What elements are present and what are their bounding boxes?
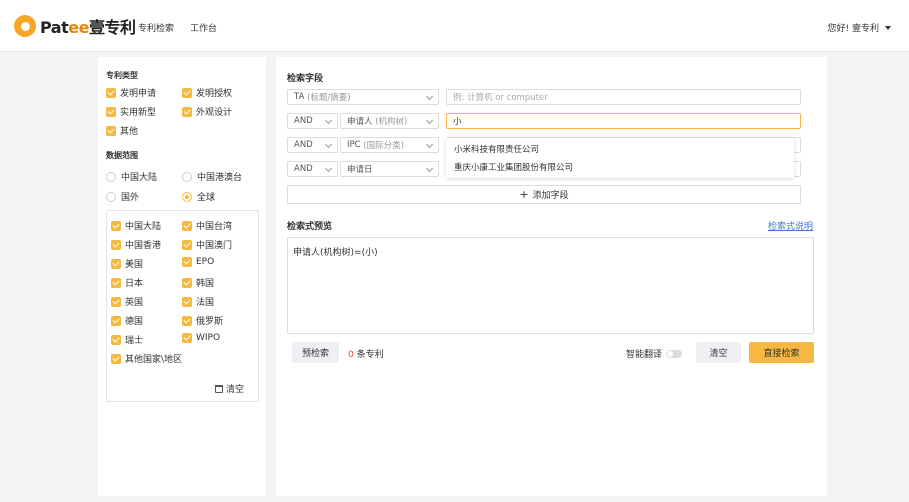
nav-workbench[interactable]: 工作台 [190,21,217,34]
checkbox-checked-icon [111,334,121,345]
pre-search-button[interactable]: 预检索 [292,342,339,363]
search-fields-title: 检索字段 [287,74,324,84]
query-help-link[interactable]: 检索式说明 [768,219,813,232]
radio-global[interactable]: 全球 [182,190,215,203]
search-panel: 检索字段 TA (标题/摘要) 例: 计算机 or computer AND 申… [276,57,827,496]
suggestion-item[interactable]: 重庆小康工业集团股份有限公司 [454,161,573,173]
result-count: 0 条专利 [348,350,384,360]
radio-icon [106,191,116,202]
checkbox-checked-icon [111,353,121,364]
checkbox-checked-icon [111,315,121,326]
query-preview[interactable]: 申请人(机构树)=(小) [287,237,814,334]
chevron-down-icon [324,116,333,125]
checkbox-country[interactable]: 英国 [111,295,143,308]
user-greeting: 您好! 壹专利 [827,24,879,34]
nav-patent-search[interactable]: 专利检索 [138,21,174,34]
chevron-down-icon [425,164,434,173]
checkbox-country[interactable]: 法国 [182,295,214,308]
checkbox-country[interactable]: 中国台湾 [182,219,232,232]
radio-icon [106,171,116,182]
chevron-down-icon [425,92,434,101]
main-nav: 专利检索 工作台 [138,21,217,34]
logo-icon [14,15,36,37]
chevron-down-icon [425,116,434,125]
checkbox-country[interactable]: EPO [182,257,214,267]
checkbox-country[interactable]: 德国 [111,314,143,327]
radio-hk-mo-tw[interactable]: 中国港澳台 [182,170,242,183]
patent-type-title: 专利类型 [106,71,138,80]
search-input-1[interactable]: 例: 计算机 or computer [446,89,801,105]
checkbox-country[interactable]: 中国香港 [111,238,161,251]
checkbox-country[interactable]: 中国大陆 [111,219,161,232]
toggle-switch-icon [666,349,683,358]
checkbox-checked-icon [182,315,192,326]
country-list: 中国大陆 中国台湾 中国香港 中国澳门 美国 EPO 日本 韩国 英国 法国 德… [106,210,259,402]
checkbox-invention-grant[interactable]: 发明授权 [182,86,232,99]
direct-search-button[interactable]: 直接检索 [749,342,814,363]
trash-icon [215,384,223,393]
chevron-down-icon [324,164,333,173]
checkbox-checked-icon [182,239,192,250]
checkbox-checked-icon [182,220,192,231]
radio-icon [182,171,192,182]
checkbox-country[interactable]: 俄罗斯 [182,314,223,327]
operator-select-4[interactable]: AND [287,161,338,177]
top-header: Patee壹专利 专利检索 工作台 您好! 壹专利 [0,0,909,52]
checkbox-checked-icon [106,87,116,98]
radio-selected-icon [182,191,192,202]
checkbox-checked-icon [106,125,116,136]
checkbox-country[interactable]: 美国 [111,257,143,270]
operator-select-3[interactable]: AND [287,137,338,153]
suggestion-item[interactable]: 小米科技有限责任公司 [454,143,539,155]
clear-filters-button[interactable]: 清空 [215,382,244,395]
checkbox-country[interactable]: 日本 [111,276,143,289]
checkbox-country[interactable]: 韩国 [182,276,214,289]
checkbox-design[interactable]: 外观设计 [182,105,232,118]
checkbox-checked-icon [111,220,121,231]
search-input-2[interactable]: 小 [446,113,801,129]
field-select-1[interactable]: TA (标题/摘要) [287,89,439,105]
patyee-logo[interactable]: Patee壹专利 [14,14,136,38]
checkbox-checked-icon [182,106,192,117]
radio-foreign[interactable]: 国外 [106,190,139,203]
checkbox-checked-icon [111,258,121,269]
smart-translate-toggle[interactable]: 智能翻译 [626,347,683,360]
checkbox-checked-icon [182,257,192,267]
caret-down-icon [885,25,891,30]
checkbox-checked-icon [182,333,192,343]
filter-panel: 专利类型 发明申请 发明授权 实用新型 外观设计 其他 数据范围 中国大陆 中国… [98,57,266,496]
checkbox-other[interactable]: 其他 [106,124,138,137]
checkbox-checked-icon [111,277,121,288]
checkbox-checked-icon [182,296,192,307]
chevron-down-icon [425,140,434,149]
field-select-4[interactable]: 申请日 [340,161,439,177]
applicant-suggestions: 小米科技有限责任公司 重庆小康工业集团股份有限公司 [446,138,794,178]
checkbox-country[interactable]: 其他国家\地区 [111,352,182,365]
checkbox-country[interactable]: WIPO [182,333,220,343]
checkbox-country[interactable]: 瑞士 [111,333,143,346]
field-select-3[interactable]: IPC (国际分类) [340,137,439,153]
radio-mainland[interactable]: 中国大陆 [106,170,157,183]
add-field-button[interactable]: + 添加字段 [287,185,801,204]
chevron-down-icon [324,140,333,149]
checkbox-checked-icon [182,87,192,98]
data-range-title: 数据范围 [106,151,138,160]
checkbox-country[interactable]: 中国澳门 [182,238,232,251]
clear-button[interactable]: 清空 [696,342,741,363]
plus-icon: + [519,188,529,201]
checkbox-checked-icon [111,239,121,250]
preview-title: 检索式预览 [287,222,333,232]
operator-select-2[interactable]: AND [287,113,338,129]
user-menu[interactable]: 您好! 壹专利 [828,21,891,34]
checkbox-utility-model[interactable]: 实用新型 [106,105,156,118]
checkbox-checked-icon [182,277,192,288]
field-select-2[interactable]: 申请人 (机构树) [340,113,439,129]
logo-text: Patee壹专利 [40,18,136,37]
checkbox-invention-application[interactable]: 发明申请 [106,86,156,99]
checkbox-checked-icon [106,106,116,117]
checkbox-checked-icon [111,296,121,307]
